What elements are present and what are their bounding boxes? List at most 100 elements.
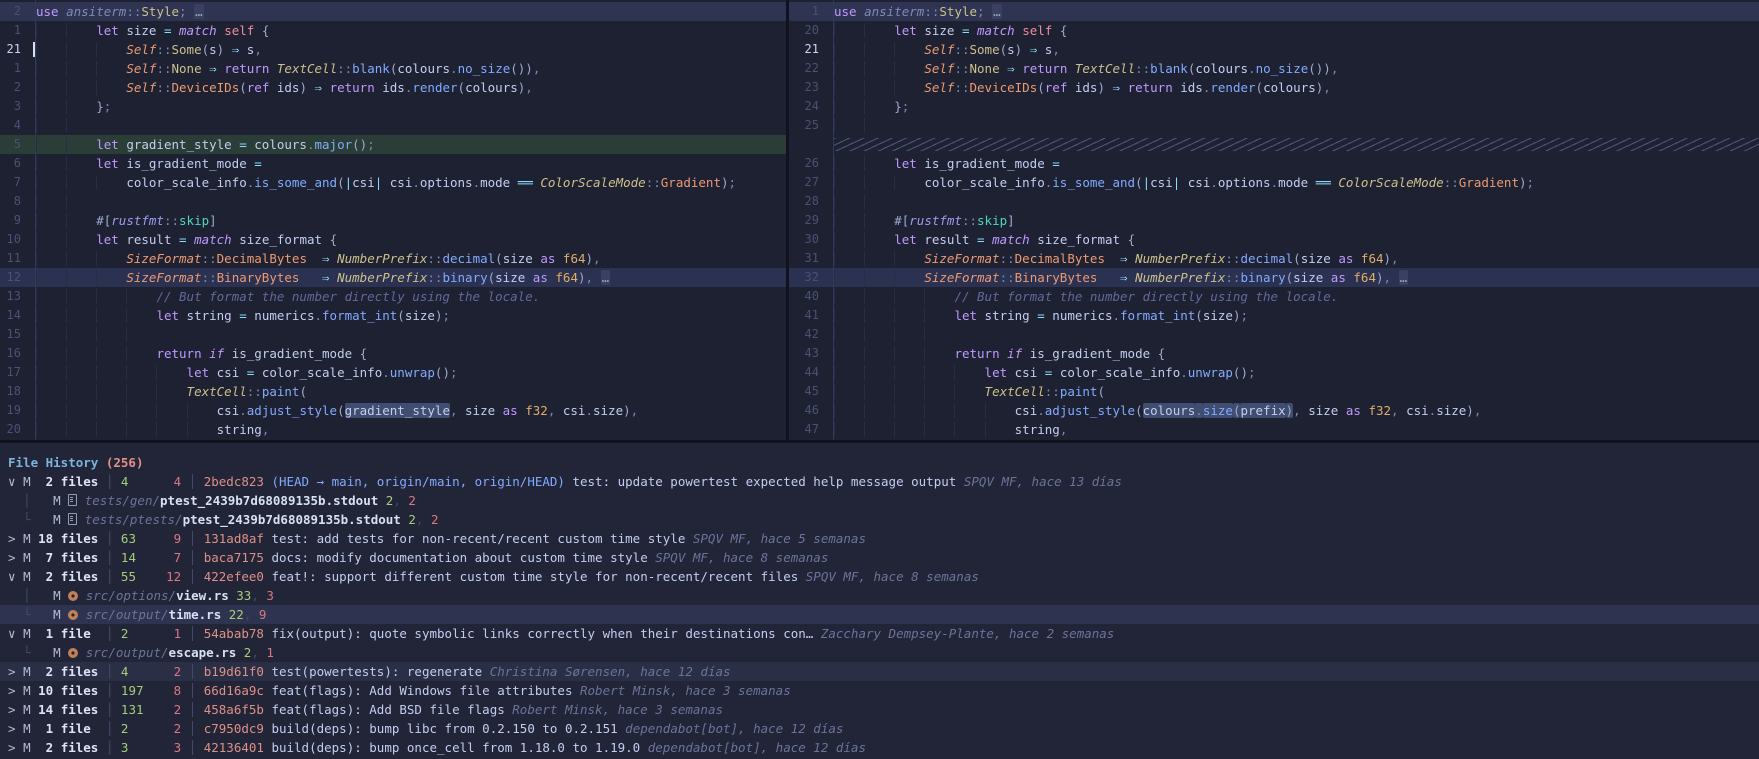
commit-row[interactable]: > M 18 files │ 63 9 │ 131ad8af test: add… xyxy=(0,529,1759,548)
additions-count: 131 xyxy=(113,702,158,717)
diff-line[interactable]: 14 let string = numerics.format_int(size… xyxy=(0,306,786,325)
diff-line[interactable]: 7 color_scale_info.is_some_and(|csi| csi… xyxy=(0,173,786,192)
commit-row[interactable]: > M 1 file │ 2 2 │ c7950dc9 build(deps):… xyxy=(0,719,1759,738)
diff-line[interactable]: 30 let result = match size_format { xyxy=(789,230,1759,249)
commit-row[interactable]: ∨ M 2 files │ 4 4 │ 2bedc823 (HEAD → mai… xyxy=(0,472,1759,491)
diff-line[interactable]: 6 let is_gradient_mode = xyxy=(0,154,786,173)
deletions-count: 8 xyxy=(159,683,189,698)
diff-line[interactable]: 20 let size = match self { xyxy=(789,21,1759,40)
commit-row[interactable]: > M 2 files │ 3 3 │ 42136401 build(deps)… xyxy=(0,738,1759,757)
line-number: 10 xyxy=(0,230,21,249)
expand-chevron-icon[interactable]: > xyxy=(8,664,16,679)
diff-line[interactable]: 43 return if is_gradient_mode { xyxy=(789,344,1759,363)
line-number: 6 xyxy=(0,154,21,173)
diff-line[interactable]: 40 // But format the number directly usi… xyxy=(789,287,1759,306)
commit-status: M xyxy=(23,664,31,679)
deletions-count: 1 xyxy=(159,626,189,641)
expand-chevron-icon[interactable]: > xyxy=(8,721,16,736)
code-text: let string = numerics.format_int(size); xyxy=(21,306,786,325)
commit-row[interactable]: > M 10 files │ 197 8 │ 66d16a9c feat(fla… xyxy=(0,681,1759,700)
diff-line[interactable]: 18 TextCell::paint( xyxy=(0,382,786,401)
file-status: M xyxy=(53,512,68,527)
diff-filler-line[interactable] xyxy=(789,135,1759,154)
diff-line[interactable]: 11 SizeFormat::DecimalBytes ⇒ NumberPref… xyxy=(0,249,786,268)
commit-row[interactable]: ∨ M 1 file │ 2 1 │ 54abab78 fix(output):… xyxy=(0,624,1759,643)
expand-chevron-icon[interactable]: > xyxy=(8,683,16,698)
file-row[interactable]: └ M src/output/escape.rs 2, 1 xyxy=(0,643,1759,662)
file-deletions: 1 xyxy=(259,645,274,660)
code-text: string, xyxy=(819,420,1759,439)
diff-line[interactable]: 10 let result = match size_format { xyxy=(0,230,786,249)
diff-line[interactable]: 5 let gradient_style = colours.major(); xyxy=(0,135,786,154)
diff-pane-new[interactable]: 1use ansiterm::Style; …20 let size = mat… xyxy=(789,0,1759,440)
diff-line[interactable]: 2 Self::DeviceIDs(ref ids) ⇒ return ids.… xyxy=(0,78,786,97)
line-number: 19 xyxy=(0,401,21,420)
diff-line[interactable]: 1 Self::None ⇒ return TextCell::blank(co… xyxy=(0,59,786,78)
line-number: 23 xyxy=(789,78,819,97)
diff-line[interactable]: 25 xyxy=(789,116,1759,135)
code-text: Self::None ⇒ return TextCell::blank(colo… xyxy=(21,59,786,78)
expand-chevron-icon[interactable]: > xyxy=(8,550,16,565)
file-row[interactable]: └ M src/output/time.rs 22, 9 xyxy=(0,605,1759,624)
diff-line[interactable]: 19 csi.adjust_style(gradient_style, size… xyxy=(0,401,786,420)
file-history-panel[interactable]: File History (256) ∨ M 2 files │ 4 4 │ 2… xyxy=(0,443,1759,759)
line-number: 3 xyxy=(0,97,21,116)
commit-hash: c7950dc9 xyxy=(196,721,264,736)
line-number: 30 xyxy=(789,230,819,249)
commit-row[interactable]: > M 14 files │ 131 2 │ 458a6f5b feat(fla… xyxy=(0,700,1759,719)
code-text: Self::None ⇒ return TextCell::blank(colo… xyxy=(819,59,1759,78)
expand-chevron-icon[interactable]: > xyxy=(8,740,16,755)
commit-author-date: dependabot[bot], hace 12 días xyxy=(640,740,866,755)
diff-line[interactable]: 1use ansiterm::Style; … xyxy=(789,2,1759,21)
diff-line[interactable]: 46 csi.adjust_style(colours.size(prefix)… xyxy=(789,401,1759,420)
file-directory: tests/ptests/ xyxy=(85,512,183,527)
expand-chevron-icon[interactable]: > xyxy=(8,702,16,717)
diff-line[interactable]: 42 xyxy=(789,325,1759,344)
diff-line[interactable]: 41 let string = numerics.format_int(size… xyxy=(789,306,1759,325)
diff-line[interactable]: 23 Self::DeviceIDs(ref ids) ⇒ return ids… xyxy=(789,78,1759,97)
additions-count: 14 xyxy=(113,550,158,565)
diff-line[interactable]: 31 SizeFormat::DecimalBytes ⇒ NumberPref… xyxy=(789,249,1759,268)
file-row[interactable]: └ M tests/ptests/ptest_2439b7d68089135b.… xyxy=(0,510,1759,529)
diff-line[interactable]: 28 xyxy=(789,192,1759,211)
diff-pane-old[interactable]: 2use ansiterm::Style; …1 let size = matc… xyxy=(0,0,786,440)
file-row[interactable]: │ M tests/gen/ptest_2439b7d68089135b.std… xyxy=(0,491,1759,510)
code-text: let string = numerics.format_int(size); xyxy=(819,306,1759,325)
commit-row[interactable]: > M 7 files │ 14 7 │ baca7175 docs: modi… xyxy=(0,548,1759,567)
diff-line[interactable]: 1 let size = match self { xyxy=(0,21,786,40)
diff-line[interactable]: 8 xyxy=(0,192,786,211)
diff-line[interactable]: 9 #[rustfmt::skip] xyxy=(0,211,786,230)
diff-line[interactable]: 29 #[rustfmt::skip] xyxy=(789,211,1759,230)
expand-chevron-icon[interactable]: > xyxy=(8,531,16,546)
line-number: 41 xyxy=(789,306,819,325)
diff-line[interactable]: 27 color_scale_info.is_some_and(|csi| cs… xyxy=(789,173,1759,192)
diff-line[interactable]: 4 xyxy=(0,116,786,135)
diff-line[interactable]: 26 let is_gradient_mode = xyxy=(789,154,1759,173)
collapse-chevron-icon[interactable]: ∨ xyxy=(8,569,16,584)
diff-line[interactable]: 47 string, xyxy=(789,420,1759,439)
diff-line[interactable]: 24 }; xyxy=(789,97,1759,116)
line-number: 2 xyxy=(0,78,21,97)
collapse-chevron-icon[interactable]: ∨ xyxy=(8,626,16,641)
file-row[interactable]: │ M src/options/view.rs 33, 3 xyxy=(0,586,1759,605)
collapse-chevron-icon[interactable]: ∨ xyxy=(8,474,16,489)
diff-line[interactable]: 45 TextCell::paint( xyxy=(789,382,1759,401)
code-text: csi.adjust_style(gradient_style, size as… xyxy=(21,401,786,420)
diff-line[interactable]: 13 // But format the number directly usi… xyxy=(0,287,786,306)
diff-line[interactable]: 12 SizeFormat::BinaryBytes ⇒ NumberPrefi… xyxy=(0,268,786,287)
changed-files-count: 7 files xyxy=(31,550,106,565)
diff-line[interactable]: 21 Self::Some(s) ⇒ s, xyxy=(0,40,786,59)
diff-line[interactable]: 17 let csi = color_scale_info.unwrap(); xyxy=(0,363,786,382)
diff-line[interactable]: 44 let csi = color_scale_info.unwrap(); xyxy=(789,363,1759,382)
diff-line[interactable]: 32 SizeFormat::BinaryBytes ⇒ NumberPrefi… xyxy=(789,268,1759,287)
diff-line[interactable]: 15 xyxy=(0,325,786,344)
diff-line[interactable]: 2use ansiterm::Style; … xyxy=(0,2,786,21)
commit-row[interactable]: ∨ M 2 files │ 55 12 │ 422efee0 feat!: su… xyxy=(0,567,1759,586)
diff-line[interactable]: 21 Self::Some(s) ⇒ s, xyxy=(789,40,1759,59)
diff-line[interactable]: 20 string, xyxy=(0,420,786,439)
diff-line[interactable]: 16 return if is_gradient_mode { xyxy=(0,344,786,363)
diff-line[interactable]: 22 Self::None ⇒ return TextCell::blank(c… xyxy=(789,59,1759,78)
commit-row[interactable]: > M 2 files │ 4 2 │ b19d61f0 test(powert… xyxy=(0,662,1759,681)
commit-author-date: Robert Minsk, hace 3 semanas xyxy=(505,702,723,717)
diff-line[interactable]: 3 }; xyxy=(0,97,786,116)
